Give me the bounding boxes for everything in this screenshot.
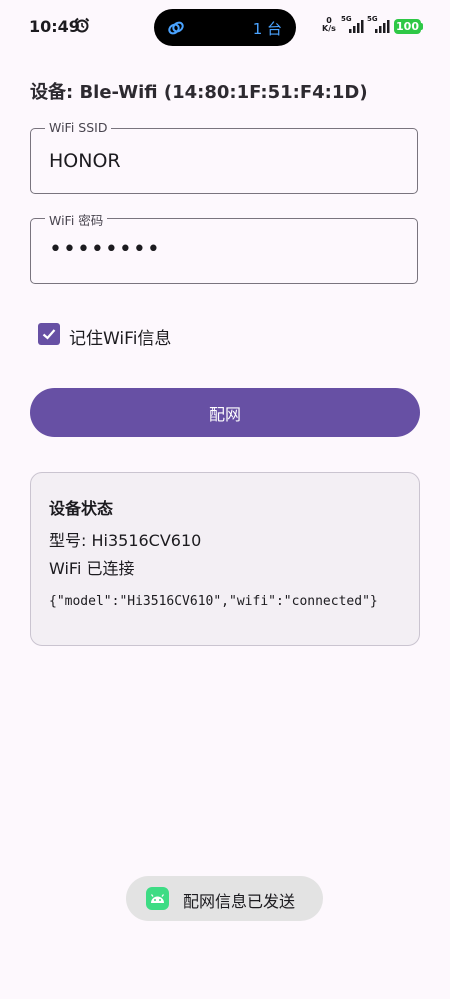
- toast-message: 配网信息已发送: [183, 892, 296, 911]
- device-status-card: 设备状态 型号: Hi3516CV610 WiFi 已连接 {"model":"…: [30, 472, 420, 646]
- remember-wifi-label[interactable]: 记住WiFi信息: [69, 324, 171, 349]
- link-icon: [166, 18, 186, 38]
- ssid-input[interactable]: HONOR: [49, 150, 121, 172]
- screen: 10:49 1 台 0 K/s 5G 5G 100 设备: Ble-Wifi (…: [0, 0, 450, 999]
- clock: 10:49: [29, 17, 80, 36]
- signal-icon-1: 5G: [341, 15, 365, 33]
- toast: 配网信息已发送: [126, 876, 323, 921]
- network-speed: 0 K/s: [321, 17, 337, 33]
- ssid-field-label: WiFi SSID: [45, 120, 112, 135]
- checkmark-icon: [42, 329, 56, 340]
- status-wifi: WiFi 已连接: [49, 559, 135, 578]
- status-bar: 10:49 1 台 0 K/s 5G 5G 100: [0, 0, 450, 56]
- battery-cap: [421, 23, 423, 30]
- alarm-icon: [74, 17, 90, 33]
- password-input[interactable]: ••••••••: [49, 237, 161, 262]
- status-raw-json: {"model":"Hi3516CV610","wifi":"connected…: [49, 594, 378, 609]
- status-model: 型号: Hi3516CV610: [49, 531, 202, 550]
- device-title: 设备: Ble-Wifi (14:80:1F:51:F4:1D): [30, 82, 368, 103]
- network-speed-unit: K/s: [322, 24, 336, 33]
- password-field[interactable]: WiFi 密码 ••••••••: [30, 210, 418, 284]
- status-card-title: 设备状态: [49, 499, 114, 518]
- ssid-field[interactable]: WiFi SSID HONOR: [30, 120, 418, 194]
- android-app-icon: [146, 887, 169, 910]
- island-device-count: 1 台: [252, 20, 282, 38]
- dynamic-island[interactable]: 1 台: [154, 9, 296, 46]
- password-field-label: WiFi 密码: [45, 210, 108, 229]
- battery-icon: 100: [394, 19, 421, 34]
- remember-wifi-checkbox[interactable]: [38, 323, 60, 345]
- configure-network-button[interactable]: 配网: [30, 388, 420, 437]
- signal-icon-2: 5G: [367, 15, 391, 33]
